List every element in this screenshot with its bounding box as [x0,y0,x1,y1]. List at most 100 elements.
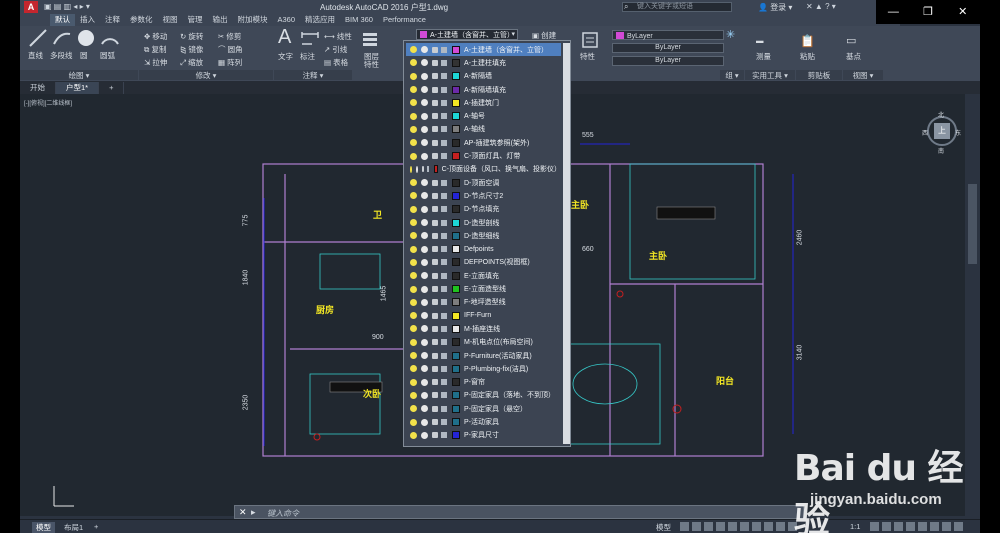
tab-model[interactable]: 模型 [32,522,55,533]
layer-row[interactable]: P-窗帘 [406,376,561,389]
ribbon-tab[interactable]: BIM 360 [340,14,378,26]
sun-icon[interactable] [421,325,428,333]
sun-icon[interactable] [421,272,428,280]
lock-icon[interactable] [432,405,438,412]
tool-layer-props[interactable]: 特性 [364,59,379,70]
ribbon-tab[interactable]: 视图 [158,14,183,26]
lock-icon[interactable] [432,286,438,293]
ribbon-tab[interactable]: 精选应用 [300,14,340,26]
lock-icon[interactable] [432,325,438,332]
basepoint-icon[interactable]: ▭ [846,34,856,47]
sun-icon[interactable] [421,99,428,107]
arc-icon[interactable] [100,28,120,48]
osnap-icon[interactable] [728,522,737,531]
compass-north[interactable]: 北 [938,110,944,119]
printer-icon[interactable] [441,246,447,253]
lightbulb-icon[interactable] [410,125,417,133]
line-icon[interactable] [28,28,48,48]
lightbulb-icon[interactable] [410,418,417,426]
lightbulb-icon[interactable] [410,46,417,54]
sun-icon[interactable] [421,365,428,373]
status-toggle-icons[interactable] [680,522,797,531]
layer-row[interactable]: C-顶面灯具、灯带 [406,149,561,162]
snap-icon[interactable] [692,522,701,531]
ribbon-tab[interactable]: 附加模块 [233,14,273,26]
printer-icon[interactable] [441,432,447,439]
lock-icon[interactable] [432,46,438,53]
ortho-icon[interactable] [704,522,713,531]
measure-icon[interactable]: ▬ [756,36,764,45]
tool-text[interactable]: 文字 [278,51,293,62]
lineweight-icon[interactable] [752,522,761,531]
tool-paste[interactable]: 粘贴 [800,51,815,62]
lock-icon[interactable] [432,206,438,213]
lightbulb-icon[interactable] [410,285,417,293]
group-annotation[interactable]: 注释 ▾ [274,70,352,80]
lock-icon[interactable] [432,126,438,133]
sun-icon[interactable] [421,179,428,187]
printer-icon[interactable] [441,206,447,213]
close-icon[interactable]: ✕ [239,507,247,518]
layer-row[interactable]: A-轴线 [406,123,561,136]
minimize-button[interactable]: — [876,0,911,24]
tab-add-layout[interactable]: + [90,522,102,531]
sun-icon[interactable] [421,192,428,200]
properties-icon[interactable] [580,30,600,50]
sun-icon[interactable] [421,298,428,306]
lock-icon[interactable] [432,259,438,266]
layer-row[interactable]: F-地坪造型线 [406,296,561,309]
lightbulb-icon[interactable] [410,179,417,187]
sun-icon[interactable] [421,418,428,426]
lightbulb-icon[interactable] [410,338,417,346]
lock-icon[interactable] [432,192,438,199]
lock-icon[interactable] [432,432,438,439]
lightbulb-icon[interactable] [410,272,417,280]
group-draw[interactable]: 绘图 ▾ [20,70,138,80]
command-input[interactable]: 键入命令 [267,508,299,519]
lightbulb-icon[interactable] [410,86,417,94]
lock-icon[interactable] [432,272,438,279]
layer-row[interactable]: IFF-Furn [406,309,561,322]
ribbon-tab[interactable]: 参数化 [125,14,158,26]
doc-tab-start[interactable]: 开始 [20,82,56,94]
close-button[interactable]: ✕ [945,0,980,24]
printer-icon[interactable] [441,232,447,239]
printer-icon[interactable] [441,126,447,133]
layer-row[interactable]: A-土建墙（含窗并、立管） [406,43,561,57]
layer-row[interactable]: D-节点尺寸2 [406,189,561,202]
layer-row[interactable]: P-Furniture(活动家具) [406,349,561,362]
status-model[interactable]: 模型 [652,522,675,533]
sun-icon[interactable] [421,352,428,360]
group-icon[interactable]: ✳ [726,28,735,41]
tool-table[interactable]: ▤ 表格 [324,57,348,68]
sun-icon[interactable] [421,431,428,439]
lightbulb-icon[interactable] [410,431,417,439]
sun-icon[interactable] [421,285,428,293]
lineweight-select[interactable]: ByLayer [612,56,724,66]
tool-rotate[interactable]: ↻ 旋转 [180,31,203,42]
layer-row[interactable]: A-轴号 [406,110,561,123]
lock-icon[interactable] [432,179,438,186]
exchange-icon[interactable]: ✕ ▲ ? ▾ [806,2,836,12]
printer-icon[interactable] [441,219,447,226]
ribbon-tab[interactable]: 插入 [75,14,100,26]
sun-icon[interactable] [421,405,428,413]
group-view[interactable]: 视图 ▾ [843,70,883,80]
ribbon-tab[interactable]: A360 [273,14,301,26]
printer-icon[interactable] [441,379,447,386]
sun-icon[interactable] [416,165,419,173]
layer-row[interactable]: A-插建筑门 [406,96,561,109]
printer-icon[interactable] [441,192,447,199]
sun-icon[interactable] [421,391,428,399]
lock-icon[interactable] [432,73,438,80]
transparency-icon[interactable] [764,522,773,531]
lock-icon[interactable] [432,312,438,319]
layer-row[interactable]: P-固定家具（悬空） [406,402,561,415]
lightbulb-icon[interactable] [410,152,417,160]
tool-trim[interactable]: ✂ 修剪 [218,31,241,42]
layer-row[interactable]: P-活动家具 [406,415,561,428]
lightbulb-icon[interactable] [410,165,413,173]
layer-row[interactable]: A-新隔墙填充 [406,83,561,96]
layer-row[interactable]: P-家具尺寸 [406,429,561,442]
sun-icon[interactable] [421,152,428,160]
